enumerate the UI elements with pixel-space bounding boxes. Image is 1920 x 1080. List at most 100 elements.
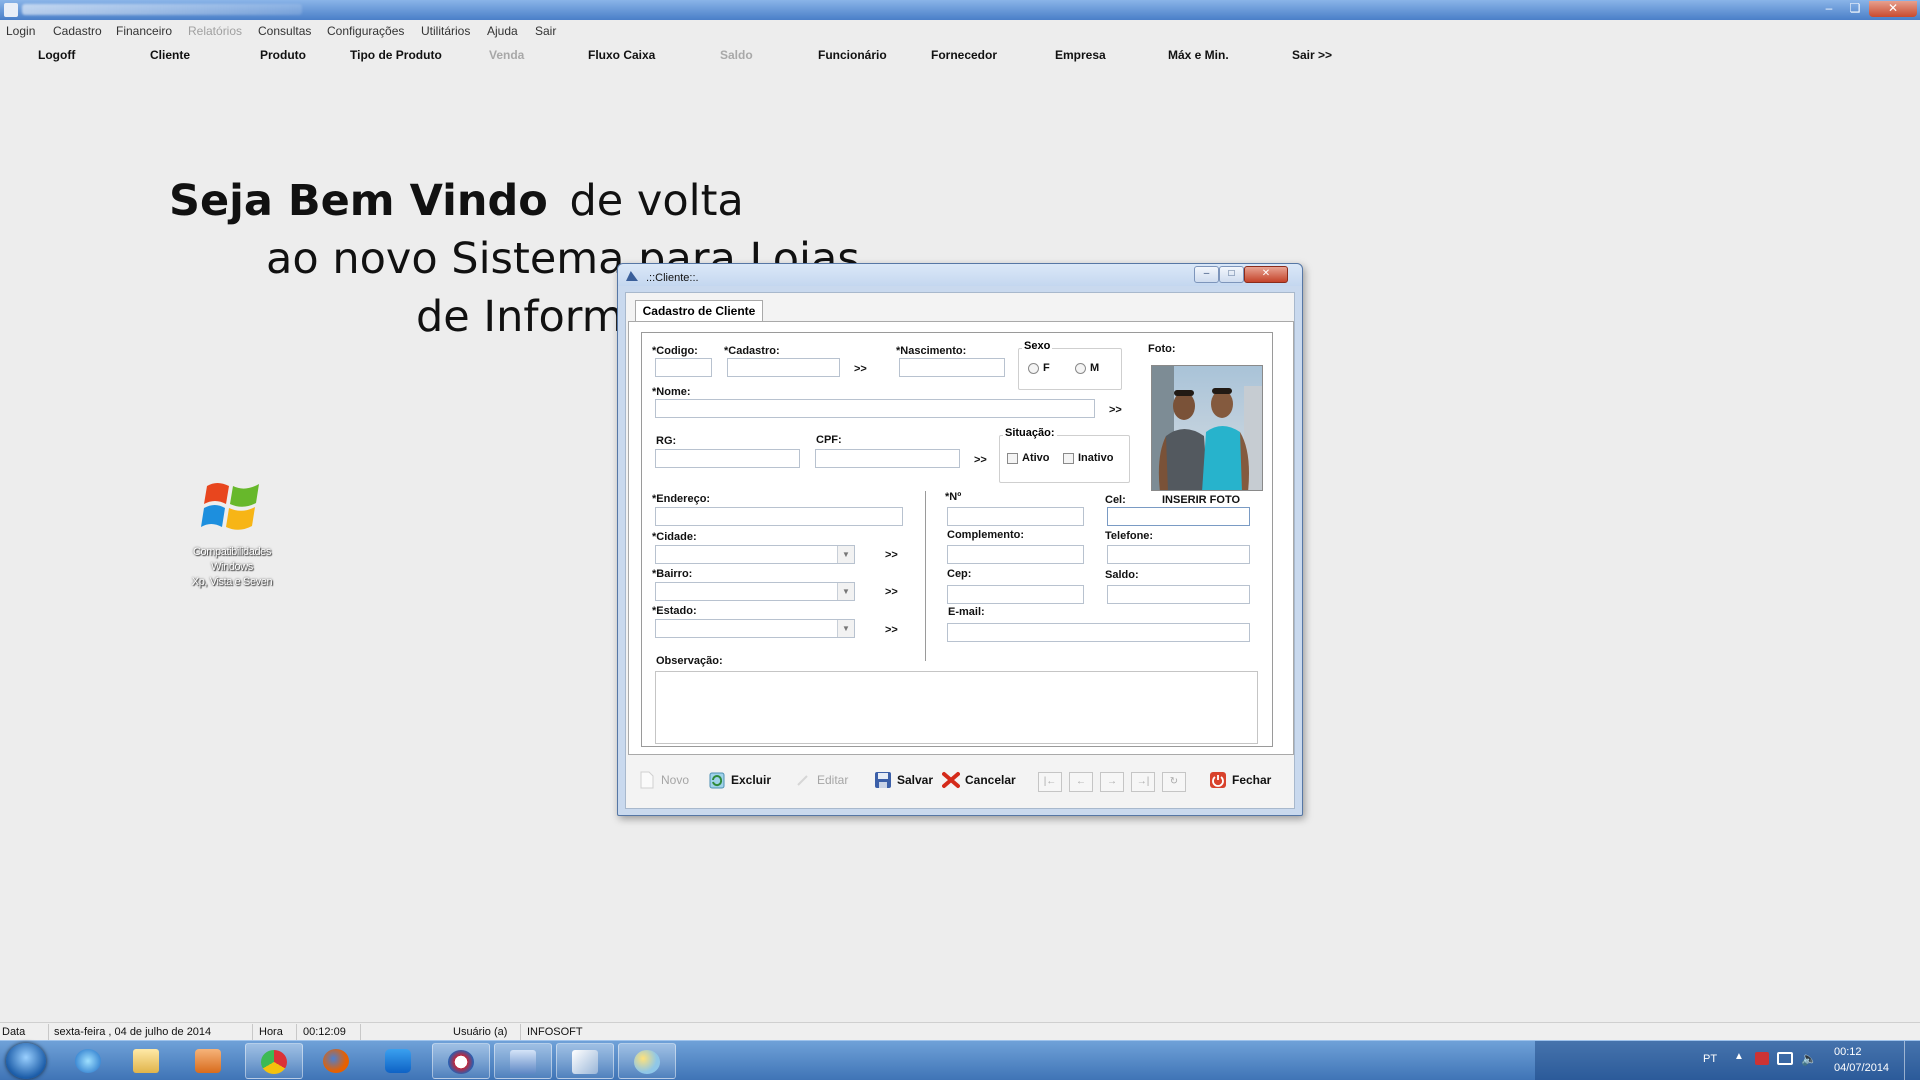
cancel-x-icon <box>942 772 960 788</box>
tab-cadastro-cliente[interactable]: Cadastro de Cliente <box>635 300 763 322</box>
bairro-more-button[interactable]: >> <box>885 586 898 598</box>
sexo-m-radio[interactable] <box>1075 363 1086 374</box>
toolbar-logoff[interactable]: Logoff <box>38 48 75 62</box>
observacao-textarea[interactable] <box>655 671 1258 744</box>
inserir-foto-button[interactable]: INSERIR FOTO <box>1162 494 1240 506</box>
network-icon[interactable] <box>1777 1052 1793 1065</box>
bairro-dropdown-arrow-icon[interactable]: ▼ <box>837 583 854 600</box>
nav-last-icon[interactable]: →| <box>1131 772 1155 792</box>
label-nome: *Nome: <box>652 386 691 398</box>
taskbar-media-player[interactable] <box>180 1043 238 1079</box>
toolbar-tipo-produto[interactable]: Tipo de Produto <box>350 48 442 62</box>
label-rg: RG: <box>656 435 677 447</box>
nome-more-button[interactable]: >> <box>1109 404 1122 416</box>
taskbar-explorer[interactable] <box>118 1043 176 1079</box>
toolbar-venda[interactable]: Venda <box>489 48 524 62</box>
numero-field[interactable] <box>947 507 1084 526</box>
close-button[interactable]: ✕ <box>1869 1 1917 17</box>
menu-login[interactable]: Login <box>6 24 35 38</box>
desktop-shortcut-compatibilidades[interactable]: Compatibilidades Windows Xp, Vista e Sev… <box>186 474 278 590</box>
nav-refresh-icon[interactable]: ↻ <box>1162 772 1186 792</box>
taskbar-app-gender[interactable] <box>432 1043 490 1079</box>
nome-field[interactable] <box>655 399 1095 418</box>
cel-field[interactable] <box>1107 507 1250 526</box>
sexo-f-radio[interactable] <box>1028 363 1039 374</box>
menu-utilitarios[interactable]: Utilitários <box>421 24 470 38</box>
cancelar-button[interactable]: Cancelar <box>942 771 1016 793</box>
email-field[interactable] <box>947 623 1250 642</box>
saldo-field[interactable] <box>1107 585 1250 604</box>
cidade-more-button[interactable]: >> <box>885 549 898 561</box>
salvar-button[interactable]: Salvar <box>874 771 933 793</box>
toolbar-empresa[interactable]: Empresa <box>1055 48 1106 62</box>
show-hidden-icons-icon[interactable]: ▲ <box>1734 1051 1744 1062</box>
taskbar-chrome[interactable] <box>245 1043 303 1079</box>
taskbar-internet-explorer[interactable] <box>60 1043 118 1079</box>
label-saldo: Saldo: <box>1105 569 1139 581</box>
fechar-button[interactable]: Fechar <box>1209 771 1271 793</box>
editar-button[interactable]: Editar <box>794 771 848 793</box>
novo-button[interactable]: Novo <box>638 771 689 793</box>
menu-ajuda[interactable]: Ajuda <box>487 24 518 38</box>
cpf-field[interactable] <box>815 449 960 468</box>
cidade-combo[interactable]: ▼ <box>655 545 855 564</box>
cpf-more-button[interactable]: >> <box>974 454 987 466</box>
toolbar-fluxo-caixa[interactable]: Fluxo Caixa <box>588 48 655 62</box>
estado-combo[interactable]: ▼ <box>655 619 855 638</box>
menu-sair[interactable]: Sair <box>535 24 556 38</box>
estado-more-button[interactable]: >> <box>885 624 898 636</box>
menu-financeiro[interactable]: Financeiro <box>116 24 172 38</box>
bairro-combo[interactable]: ▼ <box>655 582 855 601</box>
codigo-field[interactable] <box>655 358 712 377</box>
toolbar-produto[interactable]: Produto <box>260 48 306 62</box>
toolbar-fornecedor[interactable]: Fornecedor <box>931 48 997 62</box>
lojas-app-icon <box>510 1050 536 1074</box>
taskbar-lojas-app[interactable] <box>494 1043 552 1079</box>
language-indicator[interactable]: PT <box>1703 1053 1717 1065</box>
nav-first-icon[interactable]: |← <box>1038 772 1062 792</box>
endereco-field[interactable] <box>655 507 903 526</box>
volume-icon[interactable]: 🔈 <box>1801 1051 1817 1067</box>
menu-configuracoes[interactable]: Configurações <box>327 24 404 38</box>
client-photo[interactable] <box>1151 365 1263 491</box>
excluir-button[interactable]: Excluir <box>708 771 771 793</box>
toolbar-cliente[interactable]: Cliente <box>150 48 190 62</box>
maximize-button[interactable]: ❏ <box>1843 1 1867 17</box>
toolbar-sair[interactable]: Sair >> <box>1292 48 1332 62</box>
rg-field[interactable] <box>655 449 800 468</box>
action-center-flag-icon[interactable] <box>1755 1052 1769 1065</box>
show-desktop-button[interactable] <box>1904 1041 1920 1080</box>
estado-dropdown-arrow-icon[interactable]: ▼ <box>837 620 854 637</box>
dialog-minimize-button[interactable]: – <box>1194 266 1219 283</box>
nascimento-date-field[interactable] <box>899 358 1005 377</box>
cidade-dropdown-arrow-icon[interactable]: ▼ <box>837 546 854 563</box>
menu-cadastro[interactable]: Cadastro <box>53 24 102 38</box>
nav-prev-icon[interactable]: ← <box>1069 772 1093 792</box>
toolbar-saldo[interactable]: Saldo <box>720 48 753 62</box>
menu-relatorios[interactable]: Relatórios <box>188 24 242 38</box>
taskbar-firefox[interactable] <box>308 1043 366 1079</box>
status-divider <box>252 1024 253 1040</box>
taskbar-paint[interactable] <box>618 1043 676 1079</box>
status-divider <box>360 1024 361 1040</box>
menu-consultas[interactable]: Consultas <box>258 24 311 38</box>
toolbar-max-min[interactable]: Máx e Min. <box>1168 48 1229 62</box>
telefone-field[interactable] <box>1107 545 1250 564</box>
complemento-field[interactable] <box>947 545 1084 564</box>
start-button[interactable] <box>6 1043 46 1079</box>
taskbar-teamviewer[interactable] <box>370 1043 428 1079</box>
nav-next-icon[interactable]: → <box>1100 772 1124 792</box>
tray-clock-date[interactable]: 04/07/2014 <box>1834 1062 1889 1074</box>
cadastro-more-button[interactable]: >> <box>854 363 867 375</box>
tray-clock-time[interactable]: 00:12 <box>1834 1046 1862 1058</box>
cep-field[interactable] <box>947 585 1084 604</box>
ativo-checkbox[interactable] <box>1007 453 1018 464</box>
inativo-checkbox[interactable] <box>1063 453 1074 464</box>
label-complemento: Complemento: <box>947 529 1024 541</box>
dialog-maximize-button[interactable]: □ <box>1219 266 1244 283</box>
dialog-close-button[interactable]: ✕ <box>1244 266 1288 283</box>
minimize-button[interactable]: – <box>1817 1 1841 17</box>
toolbar-funcionario[interactable]: Funcionário <box>818 48 887 62</box>
taskbar-notes[interactable] <box>556 1043 614 1079</box>
cadastro-date-field[interactable] <box>727 358 840 377</box>
